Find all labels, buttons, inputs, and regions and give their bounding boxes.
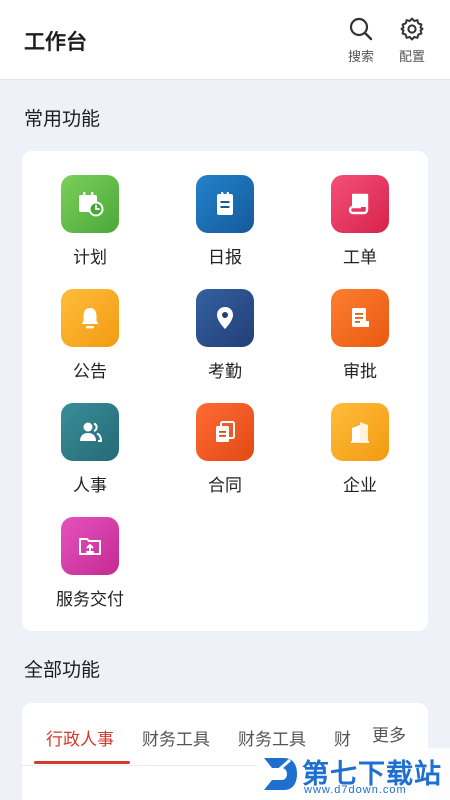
function-label: 计划 xyxy=(73,248,107,267)
tile-announcement xyxy=(61,289,119,347)
function-daily-report[interactable]: 日报 xyxy=(165,175,285,275)
function-label: 人事 xyxy=(73,476,107,495)
config-label: 配置 xyxy=(398,49,425,64)
function-label: 合同 xyxy=(208,476,242,495)
document-icon xyxy=(352,308,369,327)
page-title: 工作台 xyxy=(24,31,87,54)
function-label: 日报 xyxy=(208,248,242,267)
gear-icon xyxy=(400,17,424,41)
search-button[interactable]: 搜索 xyxy=(339,16,383,70)
tab-admin-personnel[interactable]: 行政人事 xyxy=(46,725,114,750)
watermark-logo-icon xyxy=(264,758,297,790)
all-functions-title: 全部功能 xyxy=(24,660,101,681)
tab-finance-tools[interactable]: 财务工具 xyxy=(142,725,210,750)
watermark-url: www.d7down.com xyxy=(304,784,407,796)
function-label: 公告 xyxy=(73,362,107,381)
scroll-icon xyxy=(348,193,369,215)
tile-enterprise xyxy=(331,403,389,461)
function-label: 审批 xyxy=(343,362,377,381)
function-label: 企业 xyxy=(343,476,377,495)
active-tab-indicator xyxy=(34,761,130,764)
function-work-order[interactable]: 工单 xyxy=(300,175,420,275)
buildings-icon xyxy=(351,422,369,443)
tile-plan xyxy=(61,175,119,233)
tile-approval xyxy=(331,289,389,347)
function-label: 工单 xyxy=(343,248,377,267)
notepad-icon xyxy=(217,192,233,215)
function-plan[interactable]: 计划 xyxy=(30,175,150,275)
common-functions-card: 计划 日报 工单 公告 考勤 审批 人事 合同 企业 服务交付 xyxy=(22,151,428,631)
config-button[interactable]: 配置 xyxy=(390,16,434,70)
tab-finance-partial[interactable]: 财 xyxy=(334,725,351,750)
top-bar: 工作台 搜索 配置 xyxy=(0,0,450,80)
tile-attendance xyxy=(196,289,254,347)
function-service-delivery[interactable]: 服务交付 xyxy=(30,517,150,617)
calendar-clock-icon xyxy=(79,192,104,217)
function-approval[interactable]: 审批 xyxy=(300,289,420,389)
search-icon xyxy=(349,17,373,41)
tile-work-order xyxy=(331,175,389,233)
function-contract[interactable]: 合同 xyxy=(165,403,285,503)
bell-icon xyxy=(81,308,99,329)
function-label: 服务交付 xyxy=(56,590,124,609)
folder-upload-icon xyxy=(79,538,101,555)
tab-finance-tools-2[interactable]: 财务工具 xyxy=(238,725,306,750)
search-label: 搜索 xyxy=(347,49,374,64)
people-icon xyxy=(80,422,103,442)
function-enterprise[interactable]: 企业 xyxy=(300,403,420,503)
function-attendance[interactable]: 考勤 xyxy=(165,289,285,389)
tile-contract xyxy=(196,403,254,461)
watermark: 第七下载站 www.d7down.com xyxy=(256,748,450,800)
tile-service-delivery xyxy=(61,517,119,575)
common-functions-title: 常用功能 xyxy=(24,109,101,130)
function-announcement[interactable]: 公告 xyxy=(30,289,150,389)
copy-icon xyxy=(216,421,235,442)
more-label: 更多 xyxy=(372,725,406,745)
function-label: 考勤 xyxy=(208,362,242,381)
tile-personnel xyxy=(61,403,119,461)
tile-daily-report xyxy=(196,175,254,233)
function-personnel[interactable]: 人事 xyxy=(30,403,150,503)
location-pin-icon xyxy=(217,307,233,329)
